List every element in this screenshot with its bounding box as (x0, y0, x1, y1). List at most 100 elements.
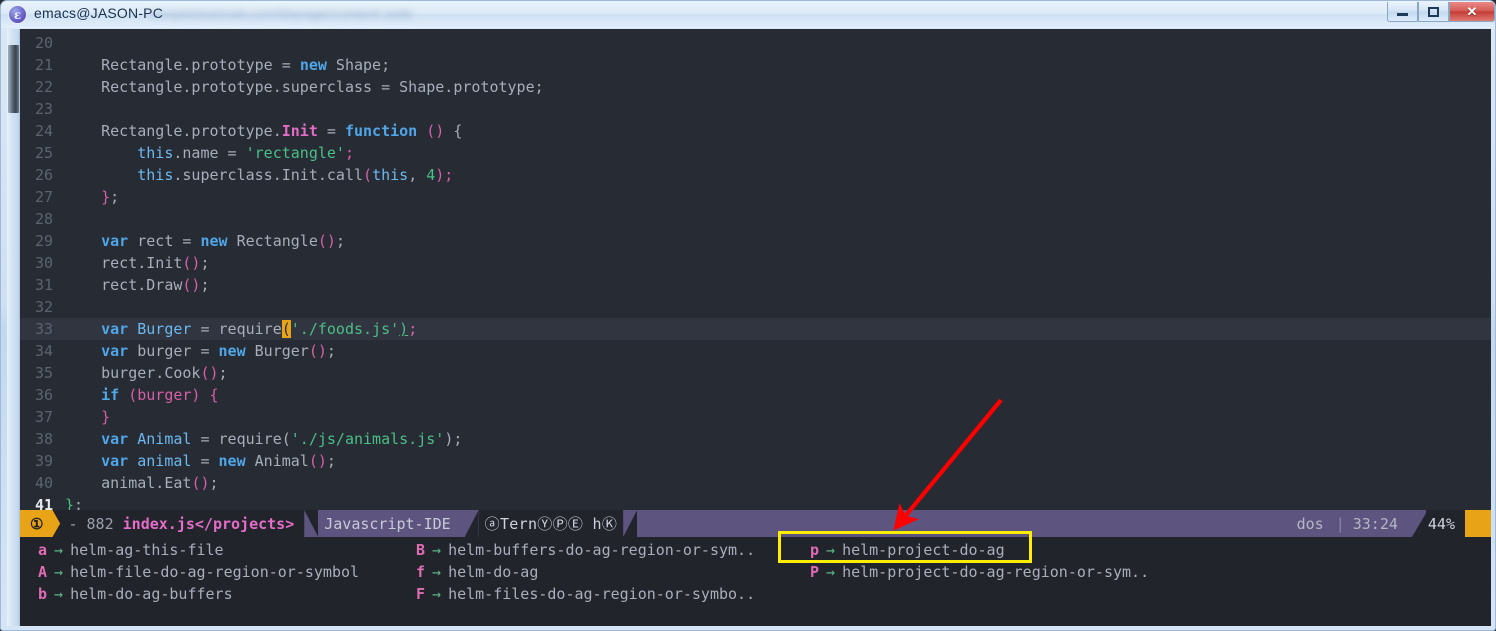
code-line[interactable]: 21 Rectangle.prototype = new Shape; (20, 54, 1491, 76)
code-line[interactable]: 29 var rect = new Rectangle(); (20, 230, 1491, 252)
which-key-entry[interactable]: A → helm-file-do-ag-region-or-symbol (38, 561, 359, 583)
modeline-separator-1 (52, 510, 67, 537)
close-button[interactable]: ✕ (1449, 2, 1495, 22)
code-line[interactable]: 20 (20, 32, 1491, 54)
line-number: 40 (34, 474, 53, 492)
modeline-major-mode[interactable]: Javascript-IDE (318, 510, 465, 537)
arrow-icon: → (54, 585, 64, 603)
line-number: 21 (34, 56, 53, 74)
code-line[interactable]: 34 var burger = new Burger(); (20, 340, 1491, 362)
which-key-command: helm-buffers-do-ag-region-or-sym.. (448, 541, 756, 559)
code-buffer[interactable]: 20 21 Rectangle.prototype = new Shape; 22 … (20, 29, 1491, 514)
modeline-separator-3 (464, 510, 479, 537)
code-token: ); (435, 166, 454, 184)
modeline-buffer-info: - 882 index.js </projects> (66, 510, 305, 537)
code-token: ); (444, 430, 463, 448)
code-token: new (200, 232, 228, 250)
code-line[interactable]: 22 Rectangle.prototype.superclass = Shap… (20, 76, 1491, 98)
code-line[interactable]: 30 rect.Init(); (20, 252, 1491, 274)
code-line[interactable]: 24 Rectangle.prototype.Init = function (… (20, 120, 1491, 142)
emacs-circle-icon: ε (9, 6, 26, 23)
which-key-entry[interactable]: a → helm-ag-this-file (38, 539, 224, 561)
which-key-entry[interactable]: F → helm-files-do-ag-region-or-symbo.. (416, 583, 755, 605)
modeline-divider: | (1335, 514, 1345, 533)
which-key-entry[interactable]: b → helm-do-ag-buffers (38, 583, 233, 605)
code-token: this (137, 166, 174, 184)
line-text: var burger = new Burger(); (65, 340, 1491, 362)
line-text: this.name = 'rectangle'; (65, 142, 1491, 164)
line-text: Rectangle.prototype.Init = function () { (65, 120, 1491, 142)
maximize-restore-button[interactable] (1418, 2, 1449, 22)
minimize-icon (1397, 13, 1408, 16)
line-text: var rect = new Rectangle(); (65, 230, 1491, 252)
code-token: () (182, 254, 201, 272)
code-line[interactable]: 38 var Animal = require('./js/animals.js… (20, 428, 1491, 450)
which-key-command: helm-files-do-ag-region-or-symbo.. (448, 585, 756, 603)
modeline-minor-modes-text: ⓐTernⓎⓅⒺ hⓀ (484, 515, 618, 533)
which-key-entry[interactable]: f → helm-do-ag (416, 561, 538, 583)
arrow-icon: → (432, 563, 442, 581)
title-bar[interactable]: ε emacs@JASON-PC completetutorials.com/M… (1, 1, 1495, 28)
modeline-modified-marker: - (68, 514, 78, 533)
code-token: () (308, 342, 327, 360)
which-key-command: helm-ag-this-file (70, 541, 224, 559)
code-token: rect.Init (65, 254, 183, 272)
code-token: = require (191, 320, 282, 338)
code-token: Burger (137, 320, 192, 338)
code-line[interactable]: 23 (20, 98, 1491, 120)
code-token: (burger) (128, 386, 201, 404)
minimize-button[interactable] (1387, 2, 1418, 22)
line-text: rect.Init(); (65, 252, 1491, 274)
code-line[interactable]: 32 (20, 296, 1491, 318)
which-key-keybinding: P (810, 563, 820, 581)
code-token: function (344, 122, 418, 140)
code-token: burger.Cook (65, 364, 201, 382)
code-line[interactable]: 35 burger.Cook(); (20, 362, 1491, 384)
line-text: } (65, 406, 1491, 428)
code-token: 'rectangle' (245, 144, 345, 162)
code-line[interactable]: 40 animal.Eat(); (20, 472, 1491, 494)
which-key-entry[interactable]: p → helm-project-do-ag (810, 539, 1005, 561)
code-token: () (191, 474, 210, 492)
line-number: 37 (34, 408, 53, 426)
arrow-icon: → (54, 541, 64, 559)
code-token: Rectangle.prototype. (65, 122, 282, 140)
code-line[interactable]: 36 if (burger) { (20, 384, 1491, 406)
code-token: var (101, 452, 129, 470)
line-text: var Animal = require('./js/animals.js'); (65, 428, 1491, 450)
code-token: = require( (191, 430, 291, 448)
modeline-minor-modes[interactable]: ⓐTernⓎⓅⒺ hⓀ (478, 510, 624, 537)
code-token: Shape; (326, 56, 391, 74)
code-token: burger = (128, 342, 219, 360)
code-token: new (218, 452, 246, 470)
code-line[interactable]: 25 this.name = 'rectangle'; (20, 142, 1491, 164)
code-line[interactable]: 28 (20, 208, 1491, 230)
code-token: () (426, 122, 445, 140)
code-token: ; (344, 144, 354, 162)
code-line[interactable]: 33 var Burger = require('./foods.js'); (20, 318, 1491, 340)
code-line[interactable]: 37 } (20, 406, 1491, 428)
code-token: ; (200, 276, 210, 294)
code-line[interactable]: 26 this.superclass.Init.call(this, 4); (20, 164, 1491, 186)
code-line[interactable]: 39 var animal = new Animal(); (20, 450, 1491, 472)
modeline-scroll-percent: 44% (1425, 510, 1465, 537)
code-token: Animal (245, 452, 309, 470)
code-line[interactable]: 31 rect.Draw(); (20, 274, 1491, 296)
line-number: 25 (34, 144, 53, 162)
vertical-scrollbar[interactable] (7, 29, 20, 626)
code-token: this (137, 144, 174, 162)
which-key-panel: a → helm-ag-this-file B → helm-buffers-do-ag-… (20, 537, 1491, 626)
which-key-entry[interactable]: P → helm-project-do-ag-region-or-sym.. (810, 561, 1149, 583)
scrollbar-thumb[interactable] (8, 45, 19, 113)
code-token: Animal (137, 430, 192, 448)
mode-line: ① - 882 index.js </projects> Javascript-… (20, 510, 1491, 537)
code-line[interactable]: 27 }; (20, 186, 1491, 208)
which-key-entry[interactable]: B → helm-buffers-do-ag-region-or-sym.. (416, 539, 755, 561)
modeline-file-name: index.js (122, 514, 195, 533)
line-text: rect.Draw(); (65, 274, 1491, 296)
code-token: ; (335, 232, 345, 250)
